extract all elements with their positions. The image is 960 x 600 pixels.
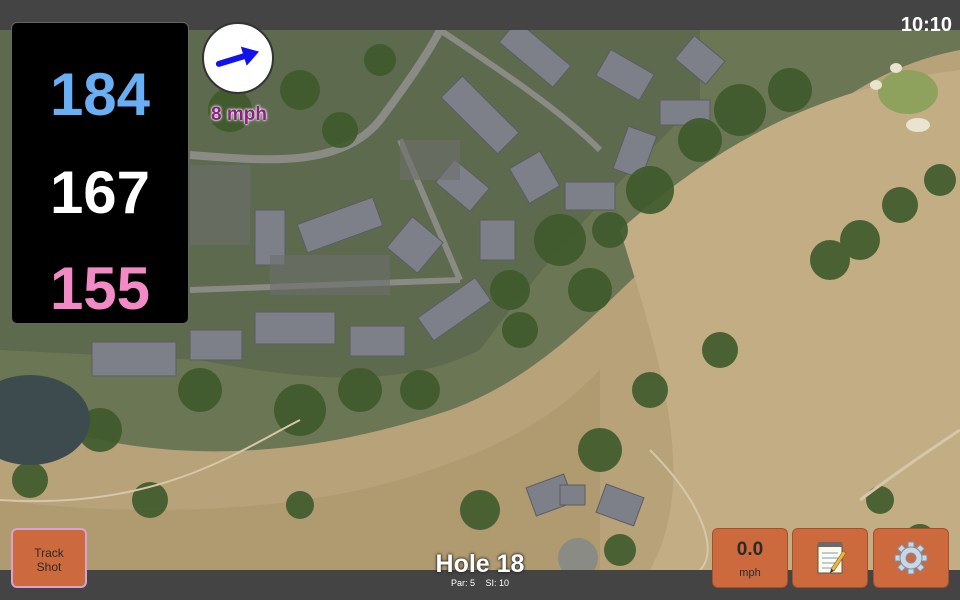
track-shot-label-line2: Shot xyxy=(36,560,62,574)
track-shot-label-line1: Track xyxy=(34,546,64,560)
wind-direction-indicator xyxy=(202,22,274,94)
distance-middle: 167 xyxy=(49,159,151,226)
wind-speed-value: 0.0 xyxy=(736,539,764,560)
hole-info: Par: 5 SI: 10 xyxy=(420,578,540,588)
track-shot-button[interactable]: Track Shot xyxy=(11,528,87,588)
wind-speed-button[interactable]: 0.0 mph xyxy=(712,528,788,588)
notepad-icon xyxy=(817,542,847,574)
gear-icon xyxy=(894,541,928,575)
hole-stroke-index: SI: 10 xyxy=(485,578,510,588)
distance-front: 155 xyxy=(49,255,151,322)
wind-speed-label: 8 mph xyxy=(211,104,267,125)
hole-title: Hole 18 xyxy=(435,550,525,578)
wind-direction-arrow-icon xyxy=(215,46,260,67)
clock: 10:10 xyxy=(900,14,952,36)
hole-par: Par: 5 xyxy=(450,578,475,588)
distance-panel: 184 167 155 xyxy=(11,22,189,324)
distance-back: 184 xyxy=(49,61,151,128)
notes-button[interactable] xyxy=(792,528,868,588)
settings-button[interactable] xyxy=(873,528,949,588)
wind-speed-unit: mph xyxy=(739,567,761,579)
